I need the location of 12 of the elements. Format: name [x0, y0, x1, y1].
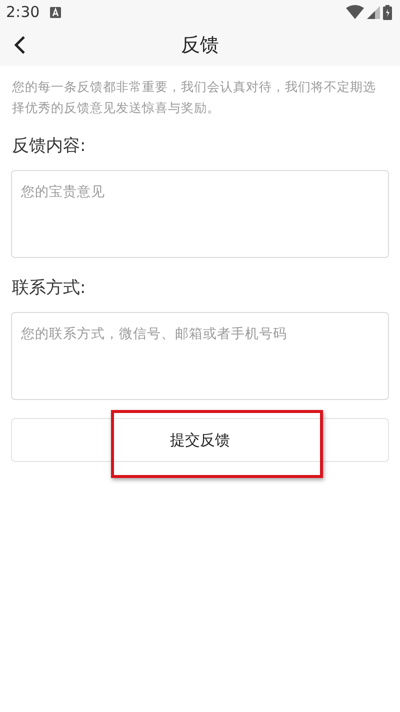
input-field[interactable]: 您的宝贵意见 — [11, 170, 389, 258]
field-label: 反馈内容: — [12, 135, 87, 158]
input-field[interactable]: 您的联系方式，微信号、邮箱或者手机号码 — [11, 312, 389, 400]
submit-button[interactable]: 提交反馈 — [11, 418, 389, 462]
page-title: 反馈 — [181, 33, 219, 58]
status-time: 2:30 — [6, 3, 40, 21]
battery-icon — [383, 4, 392, 20]
intro-text: 您的每一条反馈都非常重要，我们会认真对待，我们将不定期选择优秀的反馈意见发送惊喜与奖励。 — [11, 78, 377, 117]
field-label: 联系方式: — [12, 277, 87, 300]
wifi-icon — [346, 5, 364, 19]
signal-icon — [367, 6, 380, 18]
notification-icon — [50, 6, 61, 18]
